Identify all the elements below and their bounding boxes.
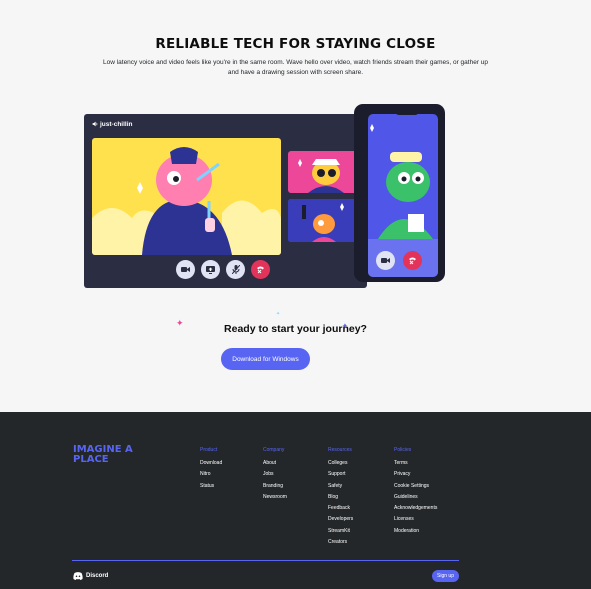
video-tile-friend-2: [288, 199, 359, 242]
footer-link-cookie-settings[interactable]: Cookie Settings: [394, 481, 437, 492]
footer: IMAGINE A PLACE Product Download Nitro S…: [0, 412, 591, 589]
footer-link-moderation[interactable]: Moderation: [394, 526, 437, 537]
footer-column-policies: Policies Terms Privacy Cookie Settings G…: [394, 447, 437, 537]
footer-link-streamkit[interactable]: StreamKit: [328, 526, 353, 537]
channel-name: just-chillin: [100, 121, 133, 128]
signup-button[interactable]: Sign up: [432, 570, 459, 582]
footer-link-newsroom[interactable]: Newsroom: [263, 492, 287, 503]
footer-link-acknowledgements[interactable]: Acknowledgements: [394, 503, 437, 514]
mute-button: [226, 260, 245, 279]
hang-up-button: [251, 260, 270, 279]
footer-column-product: Product Download Nitro Status: [200, 447, 222, 492]
footer-link-jobs[interactable]: Jobs: [263, 469, 287, 480]
footer-column-heading: Company: [263, 447, 285, 453]
video-tile-friend-1: [288, 151, 359, 193]
phone-video-button: [376, 251, 395, 270]
hang-up-icon: [257, 266, 264, 274]
footer-link-creators[interactable]: Creators: [328, 537, 353, 548]
footer-column-heading: Resources: [328, 447, 352, 453]
footer-link-privacy[interactable]: Privacy: [394, 469, 437, 480]
footer-link-support[interactable]: Support: [328, 469, 353, 480]
footer-brand-link[interactable]: Discord: [73, 572, 108, 580]
hero-description: Low latency voice and video feels like y…: [102, 59, 489, 76]
footer-link-licenses[interactable]: Licenses: [394, 514, 437, 525]
video-icon: [381, 258, 390, 263]
speaker-icon: [92, 121, 98, 127]
character-illustration: [92, 147, 281, 255]
sparkle-icon: ✦: [276, 311, 281, 317]
footer-link-colleges[interactable]: Colleges: [328, 458, 353, 469]
screen-share-button: [201, 260, 220, 279]
footer-link-terms[interactable]: Terms: [394, 458, 437, 469]
video-call-illustration: just-chillin: [84, 114, 367, 288]
friend-1-illustration: [298, 159, 344, 193]
footer-link-blog[interactable]: Blog: [328, 492, 353, 503]
video-tile-main: [92, 138, 281, 255]
video-icon: [181, 267, 190, 272]
footer-link-status[interactable]: Status: [200, 481, 222, 492]
footer-link-nitro[interactable]: Nitro: [200, 469, 222, 480]
footer-link-guidelines[interactable]: Guidelines: [394, 492, 437, 503]
footer-column-resources: Resources Colleges Support Safety Blog F…: [328, 447, 353, 548]
footer-link-safety[interactable]: Safety: [328, 481, 353, 492]
hero-title: RELIABLE TECH FOR STAYING CLOSE: [155, 36, 436, 52]
footer-link-developers[interactable]: Developers: [328, 514, 353, 525]
footer-link-feedback[interactable]: Feedback: [328, 503, 353, 514]
footer-link-about[interactable]: About: [263, 458, 287, 469]
mute-icon: [231, 265, 240, 274]
hang-up-icon: [409, 257, 416, 265]
friend-2-illustration: [288, 199, 359, 242]
footer-tagline: IMAGINE A PLACE: [73, 444, 133, 465]
footer-divider: [72, 560, 459, 561]
brand-name: Discord: [86, 573, 109, 579]
footer-link-branding[interactable]: Branding: [263, 481, 287, 492]
phone-notch: [395, 110, 419, 115]
discord-logo-icon: [73, 572, 83, 580]
footer-column-company: Company About Jobs Branding Newsroom: [263, 447, 287, 503]
footer-column-heading: Policies: [394, 447, 412, 453]
video-button: [176, 260, 195, 279]
phone-hang-up-button: [403, 251, 422, 270]
download-button[interactable]: Download for Windows: [221, 348, 310, 370]
phone-call-controls: [376, 251, 422, 270]
footer-column-heading: Product: [200, 447, 218, 453]
call-controls: [176, 260, 270, 282]
voice-channel-label: just-chillin: [92, 121, 133, 128]
cta-title: Ready to start your journey?: [224, 323, 367, 335]
screen-share-icon: [206, 265, 215, 274]
footer-link-download[interactable]: Download: [200, 458, 222, 469]
